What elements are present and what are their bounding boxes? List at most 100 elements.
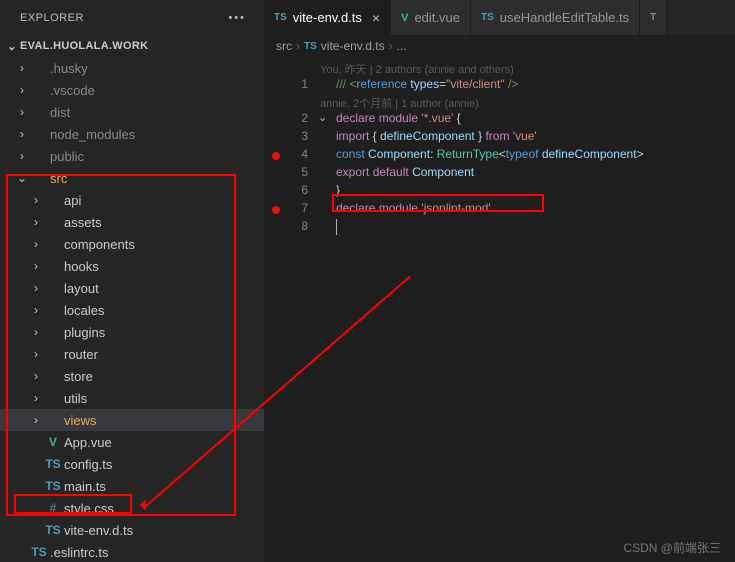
tree-item[interactable]: #style.css <box>0 497 264 519</box>
editor-tab[interactable]: TS vite-env.d.ts × <box>264 0 391 35</box>
breakpoint-icon[interactable] <box>264 201 290 219</box>
chevron-icon: ⌄ <box>14 171 30 185</box>
chevron-icon: › <box>28 303 44 317</box>
tree-label: views <box>62 413 97 428</box>
tree-label: style.css <box>62 501 114 516</box>
chevron-icon: › <box>28 281 44 295</box>
tree-item[interactable]: TSconfig.ts <box>0 453 264 475</box>
file-icon: TS <box>274 12 287 23</box>
workspace-name: EVAL.HUOLALA.WORK <box>20 40 148 52</box>
tree-item[interactable]: ›dist <box>0 101 264 123</box>
chevron-icon: › <box>28 215 44 229</box>
chevron-icon: › <box>14 127 30 141</box>
workspace-root[interactable]: ⌄ EVAL.HUOLALA.WORK <box>0 35 264 57</box>
tree-item[interactable]: › node_modules <box>0 123 264 145</box>
crumb-file[interactable]: vite-env.d.ts <box>321 39 385 53</box>
tree-item[interactable]: › store <box>0 365 264 387</box>
file-icon: TS <box>44 523 62 537</box>
tree-item[interactable]: › utils <box>0 387 264 409</box>
tab-label: edit.vue <box>414 10 460 25</box>
tree-item[interactable]: › locales <box>0 299 264 321</box>
tree-label: .eslintrc.ts <box>48 545 109 560</box>
tree-label: .husky <box>48 61 88 76</box>
breakpoint-icon[interactable] <box>264 147 290 165</box>
explorer-title: EXPLORER <box>20 12 84 24</box>
tree-label: plugins <box>62 325 105 340</box>
chevron-icon: › <box>28 369 44 383</box>
file-tree: ›.husky›.vscode›dist›node_modules›public… <box>0 57 264 562</box>
chevron-icon: › <box>14 149 30 163</box>
chevron-icon: › <box>14 61 30 75</box>
git-blame: annie, 2个月前 | 1 author (annie) <box>264 95 735 111</box>
breadcrumb[interactable]: src › TS vite-env.d.ts › ... <box>264 35 735 57</box>
explorer-sidebar: EXPLORER ••• ⌄ EVAL.HUOLALA.WORK › .husky… <box>0 0 264 562</box>
chevron-icon: › <box>28 193 44 207</box>
tree-label: hooks <box>62 259 99 274</box>
chevron-right-icon: › <box>389 39 393 53</box>
chevron-icon: › <box>28 347 44 361</box>
tree-label: store <box>62 369 93 384</box>
tree-item[interactable]: TSmain.ts <box>0 475 264 497</box>
editor-pane: TS vite-env.d.ts × Vedit.vue TS useHandleEdit… <box>264 0 735 562</box>
tree-item[interactable]: TS.eslintrc.ts <box>0 541 264 562</box>
tree-item[interactable]: › .vscode <box>0 79 264 101</box>
editor-tab[interactable]: TS useHandleEditTable.ts <box>471 0 640 35</box>
tree-label: utils <box>62 391 87 406</box>
file-icon: # <box>44 501 62 515</box>
tree-item[interactable]: › assets <box>0 211 264 233</box>
chevron-icon: › <box>28 325 44 339</box>
chevron-icon: › <box>14 105 30 119</box>
ts-icon: TS <box>304 41 317 52</box>
tree-label: public <box>48 149 84 164</box>
file-icon: V <box>401 12 408 24</box>
tree-label: locales <box>62 303 104 318</box>
tree-label: App.vue <box>62 435 112 450</box>
tree-label: vite-env.d.ts <box>62 523 133 538</box>
close-icon[interactable]: × <box>372 10 380 26</box>
tree-item[interactable]: › public <box>0 145 264 167</box>
tree-label: config.ts <box>62 457 112 472</box>
file-icon: TS <box>30 545 48 559</box>
tree-label: layout <box>62 281 99 296</box>
tree-item[interactable]: › router <box>0 343 264 365</box>
chevron-down-icon: ⌄ <box>4 40 20 53</box>
tree-item[interactable]: › .husky <box>0 57 264 79</box>
tree-label: .vscode <box>48 83 95 98</box>
crumb-src[interactable]: src <box>276 39 292 53</box>
tree-label: node_modules <box>48 127 135 142</box>
more-icon[interactable]: ••• <box>228 12 246 24</box>
tree-item[interactable]: › layout <box>0 277 264 299</box>
tree-item[interactable]: › hooks <box>0 255 264 277</box>
chevron-right-icon: › <box>296 39 300 53</box>
crumb-more[interactable]: ... <box>397 39 407 53</box>
file-icon: TS <box>44 479 62 493</box>
tree-item[interactable]: › api <box>0 189 264 211</box>
file-icon: TS <box>481 12 494 23</box>
tree-label: src <box>48 171 67 186</box>
editor-tab-overflow[interactable]: T <box>640 0 667 35</box>
tree-label: assets <box>62 215 102 230</box>
chevron-icon: › <box>28 391 44 405</box>
editor-tab[interactable]: Vedit.vue <box>391 0 471 35</box>
tree-item[interactable]: ›components <box>0 233 264 255</box>
file-icon: V <box>44 435 62 449</box>
tab-label: vite-env.d.ts <box>293 10 362 25</box>
file-icon: TS <box>44 457 62 471</box>
chevron-icon: › <box>28 259 44 273</box>
tree-label: router <box>62 347 98 362</box>
tree-item[interactable]: ⌄ src <box>0 167 264 189</box>
tree-item[interactable]: › views <box>0 409 264 431</box>
editor-tabs: TS vite-env.d.ts × Vedit.vue TS useHandleEdit… <box>264 0 735 35</box>
git-blame: You, 昨天 | 2 authors (annie and others) <box>264 61 735 77</box>
tree-label: main.ts <box>62 479 106 494</box>
tab-label: useHandleEditTable.ts <box>500 10 629 25</box>
explorer-header: EXPLORER ••• <box>0 0 264 35</box>
tree-label: api <box>62 193 81 208</box>
tree-item[interactable]: TSvite-env.d.ts <box>0 519 264 541</box>
tree-item[interactable]: VApp.vue <box>0 431 264 453</box>
chevron-icon: › <box>28 413 44 427</box>
code-area[interactable]: You, 昨天 | 2 authors (annie and others) 1… <box>264 57 735 562</box>
tree-label: components <box>62 237 135 252</box>
chevron-icon: › <box>14 83 30 97</box>
tree-item[interactable]: › plugins <box>0 321 264 343</box>
